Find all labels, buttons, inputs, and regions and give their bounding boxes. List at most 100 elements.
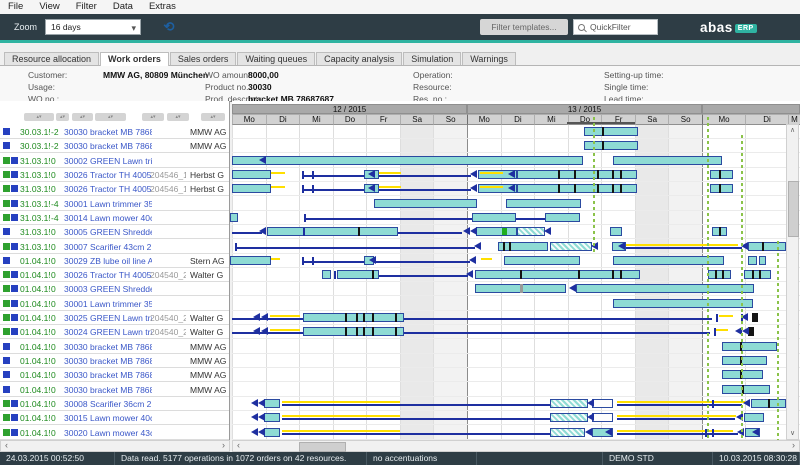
- cell-product-no[interactable]: 30030: [64, 342, 88, 352]
- column-header-sort[interactable]: ▴▾: [95, 113, 126, 121]
- gantt-row[interactable]: [232, 125, 800, 139]
- cell-description[interactable]: bracket MB 78687: [90, 141, 152, 151]
- table-row[interactable]: 01.04.15030030bracket MB 78687MMW AG: [0, 368, 229, 382]
- gantt-bar[interactable]: [264, 399, 280, 408]
- gantt-row[interactable]: [232, 311, 800, 325]
- cell-description[interactable]: bracket MB 78687: [90, 356, 152, 366]
- gantt-bar[interactable]: [610, 227, 622, 236]
- gantt-bar[interactable]: [722, 342, 777, 351]
- column-header-sort[interactable]: ▴▾: [56, 113, 69, 121]
- cell-description[interactable]: Lawn mower 40cm: [90, 413, 152, 423]
- gantt-bar[interactable]: [550, 428, 585, 437]
- gantt-bar[interactable]: [232, 156, 583, 165]
- scroll-right-icon[interactable]: ›: [218, 441, 229, 451]
- gantt-horizontal-scrollbar[interactable]: ‹ ›: [232, 440, 800, 452]
- cell-description[interactable]: GREEN Lawn tract: [90, 313, 152, 323]
- cell-product-no[interactable]: 30024: [64, 327, 88, 337]
- tab-sales-orders[interactable]: Sales orders: [170, 52, 237, 65]
- gantt-bar[interactable]: [517, 184, 637, 193]
- scroll-up-icon[interactable]: ∧: [787, 125, 798, 136]
- cell-description[interactable]: Lawn trimmer 350: [90, 199, 152, 209]
- gantt-bar[interactable]: [337, 270, 379, 279]
- gantt-row[interactable]: [232, 325, 800, 339]
- table-row[interactable]: 01.04.15030024GREEN Lawn tract204540_27W…: [0, 325, 229, 339]
- menu-extras[interactable]: Extras: [141, 0, 184, 13]
- gantt-bar[interactable]: [506, 199, 581, 208]
- menu-data[interactable]: Data: [105, 0, 141, 13]
- menu-filter[interactable]: Filter: [68, 0, 105, 13]
- cell-product-no[interactable]: 30030: [64, 356, 88, 366]
- gantt-bar[interactable]: [476, 227, 517, 236]
- table-row[interactable]: 31.03.15-430001Lawn trimmer 350: [0, 197, 229, 211]
- table-row[interactable]: 01.04.15030020Lawn mower 43cm: [0, 426, 229, 440]
- table-row[interactable]: 01.04.15030008Scarifier 36cm 2.1: [0, 397, 229, 411]
- gantt-bar[interactable]: [232, 184, 271, 193]
- gantt-bar[interactable]: [498, 242, 548, 251]
- table-row[interactable]: 31.03.15030026Tractor TH 4005204546_16He…: [0, 182, 229, 196]
- cell-product-no[interactable]: 30030: [64, 127, 88, 137]
- menu-view[interactable]: View: [31, 0, 67, 13]
- table-row[interactable]: 01.04.15030030bracket MB 78687MMW AG: [0, 383, 229, 397]
- gantt-bar[interactable]: [545, 213, 580, 222]
- cell-description[interactable]: Tractor TH 4005: [90, 170, 152, 180]
- cell-product-no[interactable]: 30026: [64, 270, 88, 280]
- cell-description[interactable]: bracket MB 78687: [90, 342, 152, 352]
- vertical-scrollbar[interactable]: ∧ ∨: [786, 124, 799, 440]
- gantt-row[interactable]: [232, 182, 800, 196]
- tab-capacity-analysis[interactable]: Capacity analysis: [316, 52, 402, 65]
- gantt-row[interactable]: [232, 268, 800, 282]
- cell-product-no[interactable]: 30026: [64, 170, 88, 180]
- cell-description[interactable]: Lawn trimmer 350: [90, 299, 152, 309]
- cell-description[interactable]: GREEN Shredder 2: [90, 284, 152, 294]
- gantt-row[interactable]: [232, 197, 800, 211]
- cell-product-no[interactable]: 30001: [64, 199, 88, 209]
- gantt-row[interactable]: [232, 282, 800, 296]
- cell-description[interactable]: Scarifier 43cm 2.4: [90, 242, 152, 252]
- gantt-row[interactable]: [232, 154, 800, 168]
- gantt-bar[interactable]: [472, 213, 516, 222]
- gantt-bar[interactable]: [322, 270, 331, 279]
- table-row[interactable]: 31.03.15-430014Lawn mower 40cm: [0, 211, 229, 225]
- table-row[interactable]: 01.04.15030003GREEN Shredder 2: [0, 282, 229, 296]
- cell-product-no[interactable]: 30030: [64, 370, 88, 380]
- gantt-row[interactable]: [232, 211, 800, 225]
- table-row[interactable]: 01.04.15030029ZB lube oil line A61Stern …: [0, 254, 229, 268]
- column-header-sort[interactable]: ▴▾: [72, 113, 93, 121]
- gantt-bar[interactable]: [710, 170, 733, 179]
- tab-waiting-queues[interactable]: Waiting queues: [237, 52, 315, 65]
- gantt-bar[interactable]: [475, 270, 640, 279]
- gantt-bar[interactable]: [517, 170, 637, 179]
- menu-file[interactable]: File: [0, 0, 31, 13]
- table-row[interactable]: 31.03.15030007Scarifier 43cm 2.4: [0, 240, 229, 254]
- gantt-bar[interactable]: [303, 313, 404, 322]
- gantt-bar[interactable]: [550, 242, 592, 251]
- gantt-bar[interactable]: [303, 327, 404, 336]
- table-row[interactable]: 30.03.15-230030bracket MB 78687MMW AG: [0, 139, 229, 153]
- table-row[interactable]: 01.04.15030001Lawn trimmer 350: [0, 297, 229, 311]
- table-row[interactable]: 01.04.15030030bracket MB 78687MMW AG: [0, 354, 229, 368]
- gantt-bar[interactable]: [592, 399, 613, 408]
- cell-product-no[interactable]: 30002: [64, 156, 88, 166]
- filter-templates-button[interactable]: Filter templates...: [480, 19, 568, 35]
- cell-description[interactable]: bracket MB 78687: [90, 370, 152, 380]
- cell-description[interactable]: ZB lube oil line A61: [90, 256, 152, 266]
- gantt-bar[interactable]: [613, 156, 722, 165]
- cell-description[interactable]: Lawn mower 43cm: [90, 428, 152, 438]
- cell-description[interactable]: GREEN Lawn tract: [90, 327, 152, 337]
- tab-simulation[interactable]: Simulation: [403, 52, 461, 65]
- cell-product-no[interactable]: 30003: [64, 284, 88, 294]
- gantt-row[interactable]: [232, 297, 800, 311]
- table-row[interactable]: 31.03.15030026Tractor TH 4005204546_15He…: [0, 168, 229, 182]
- scroll-down-icon[interactable]: ∨: [787, 428, 798, 439]
- gantt-row[interactable]: [232, 368, 800, 382]
- scroll-left-icon[interactable]: ‹: [1, 441, 12, 451]
- gantt-bar[interactable]: [744, 413, 764, 422]
- gantt-bar[interactable]: [751, 399, 786, 408]
- gantt-bar[interactable]: [710, 184, 733, 193]
- table-row[interactable]: 01.04.15030015Lawn mower 40cm: [0, 411, 229, 425]
- gantt-bar[interactable]: [759, 256, 766, 265]
- gantt-bar[interactable]: [613, 299, 753, 308]
- table-row[interactable]: 31.03.15030002GREEN Lawn trimm: [0, 154, 229, 168]
- gantt-row[interactable]: [232, 383, 800, 397]
- gantt-row[interactable]: [232, 254, 800, 268]
